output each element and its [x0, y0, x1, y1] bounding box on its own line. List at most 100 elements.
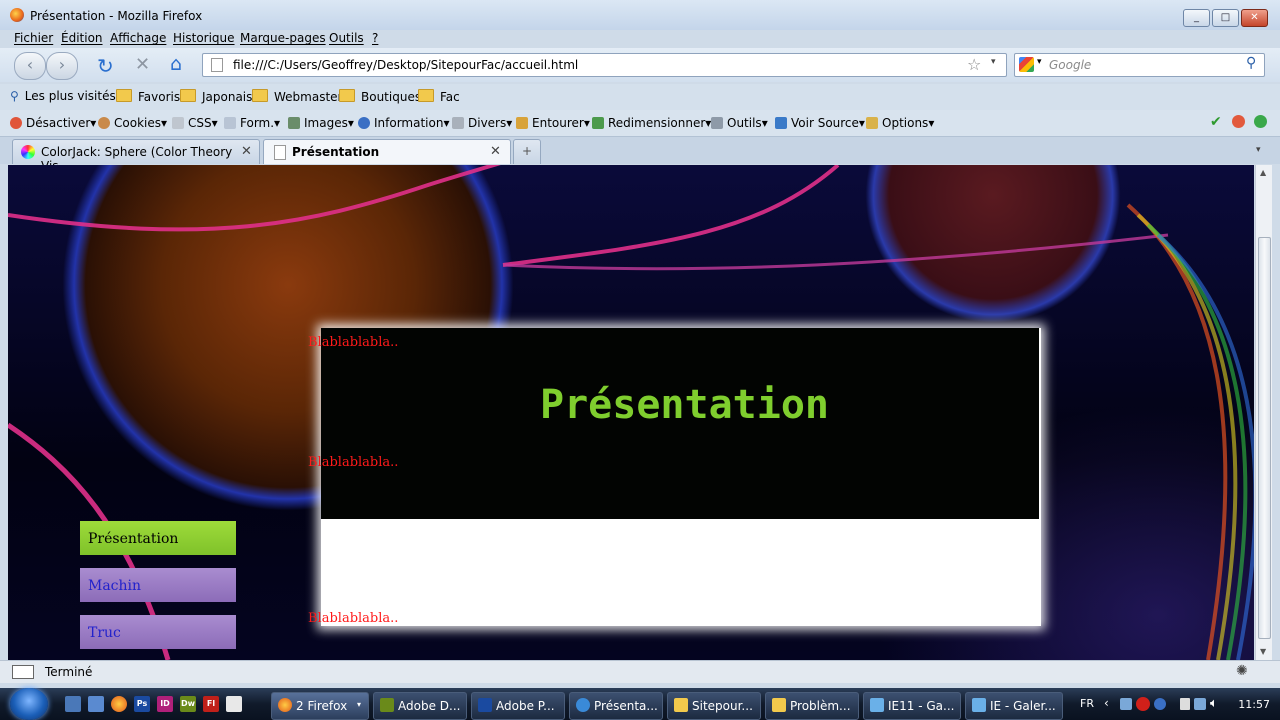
dropdown-icon[interactable]: ▾: [991, 57, 996, 67]
dev-options[interactable]: Options▾: [866, 116, 934, 130]
nav-label: Présentation: [88, 531, 179, 547]
firefox-launch-icon[interactable]: [111, 696, 127, 712]
menu-edition[interactable]: Édition: [61, 31, 103, 45]
tab-list-dropdown-icon[interactable]: ▾: [1256, 145, 1261, 155]
bookmark-webmaster[interactable]: Webmaster: [252, 89, 342, 104]
menu-marque-pages[interactable]: Marque-pages: [240, 31, 326, 45]
flash-launch-icon[interactable]: Fl: [203, 696, 219, 712]
scroll-down-icon[interactable]: ▼: [1260, 647, 1266, 656]
dev-voir-source[interactable]: Voir Source▾: [775, 116, 865, 130]
image-icon: [288, 117, 300, 129]
tab-presentation[interactable]: Présentation ✕: [263, 139, 511, 164]
title-bar: Présentation - Mozilla Firefox _ □ ✕: [0, 0, 1280, 30]
dev-label: Désactiver: [26, 116, 91, 130]
resize-icon: [592, 117, 604, 129]
monitor-icon[interactable]: [1194, 698, 1206, 710]
network-icon[interactable]: [1120, 698, 1132, 710]
taskbar-ie11-galerie[interactable]: IE11 - Ga...: [863, 692, 961, 720]
dev-desactiver[interactable]: Désactiver▾: [10, 116, 96, 130]
tab-close-icon[interactable]: ✕: [241, 144, 252, 159]
dev-label: Cookies: [114, 116, 161, 130]
stop-icon[interactable]: ✕: [135, 54, 150, 75]
battery-icon[interactable]: [1180, 698, 1190, 710]
language-indicator[interactable]: FR: [1080, 697, 1094, 710]
scroll-up-icon[interactable]: ▲: [1260, 168, 1266, 177]
nav-presentation-button[interactable]: Présentation: [80, 521, 236, 555]
search-bar[interactable]: ▾ Google ⚲: [1014, 53, 1265, 77]
nav-truc-button[interactable]: Truc: [80, 615, 236, 649]
engine-dropdown-icon[interactable]: ▾: [1037, 57, 1042, 67]
search-icon[interactable]: ⚲: [1246, 55, 1256, 71]
taskbar-firefox[interactable]: 2 Firefox ▾: [271, 692, 369, 720]
check-icon[interactable]: ✔: [1210, 114, 1222, 130]
indesign-launch-icon[interactable]: ID: [157, 696, 173, 712]
dreamweaver-launch-icon[interactable]: Dw: [180, 696, 196, 712]
bookmark-label: Webmaster: [274, 90, 343, 104]
tab-colorjack[interactable]: ColorJack: Sphere (Color Theory Vis... ✕: [12, 139, 260, 173]
google-icon[interactable]: [1019, 57, 1034, 72]
menu-affichage[interactable]: Affichage: [110, 31, 166, 45]
nav-machin-button[interactable]: Machin: [80, 568, 236, 602]
back-button[interactable]: ‹: [14, 52, 46, 80]
tab-close-icon[interactable]: ✕: [490, 144, 501, 159]
bookmark-fac[interactable]: Fac: [418, 89, 460, 104]
menu-fichier[interactable]: Fichier: [14, 31, 53, 45]
url-bar[interactable]: file:///C:/Users/Geoffrey/Desktop/Sitepo…: [202, 53, 1007, 77]
notification-icon[interactable]: [1154, 698, 1166, 710]
system-tray: FR ‹ 🔈︎ 11:57: [1070, 688, 1280, 720]
maximize-button[interactable]: □: [1212, 9, 1239, 27]
dev-entourer[interactable]: Entourer▾: [516, 116, 590, 130]
dev-outils[interactable]: Outils▾: [711, 116, 768, 130]
clock[interactable]: 11:57: [1238, 698, 1270, 711]
bookmark-favoris[interactable]: Favoris: [116, 89, 180, 104]
taskbar-presentation[interactable]: Présenta...: [569, 692, 663, 720]
acrobat-launch-icon[interactable]: [226, 696, 242, 712]
scrollbar-thumb[interactable]: [1258, 237, 1271, 639]
dev-form[interactable]: Form.▾: [224, 116, 280, 130]
switch-windows-icon[interactable]: [88, 696, 104, 712]
taskbar-label: Problèm...: [790, 699, 851, 713]
dev-label: Outils: [727, 116, 762, 130]
close-button[interactable]: ✕: [1241, 9, 1268, 27]
bug-icon[interactable]: ✺: [1236, 663, 1248, 679]
valid-icon[interactable]: [1254, 115, 1267, 128]
volume-icon[interactable]: 🔈︎: [1210, 696, 1218, 711]
dev-divers[interactable]: Divers▾: [452, 116, 512, 130]
show-desktop-icon[interactable]: [65, 696, 81, 712]
search-input[interactable]: Google: [1049, 58, 1091, 72]
vertical-scrollbar[interactable]: ▲ ▼: [1255, 165, 1272, 660]
taskbar-label: Adobe D...: [398, 699, 461, 713]
bookmark-japonais[interactable]: Japonais: [180, 89, 252, 104]
bookmark-label: Boutiques: [361, 90, 422, 104]
reload-icon[interactable]: ↻: [97, 54, 114, 78]
start-button[interactable]: [10, 688, 48, 720]
taskbar-label: Sitepour...: [692, 699, 753, 713]
error-icon[interactable]: [1232, 115, 1245, 128]
taskbar-problemes[interactable]: Problèm...: [765, 692, 859, 720]
filler-text-1: Blablablabla..: [308, 335, 399, 350]
taskbar-adobe-photoshop[interactable]: Adobe P...: [471, 692, 565, 720]
home-icon[interactable]: ⌂: [170, 53, 182, 75]
bookmark-boutiques[interactable]: Boutiques: [339, 89, 421, 104]
dev-images[interactable]: Images▾: [288, 116, 354, 130]
photoshop-launch-icon[interactable]: Ps: [134, 696, 150, 712]
taskbar-adobe-dreamweaver[interactable]: Adobe D...: [373, 692, 467, 720]
star-icon[interactable]: ☆: [967, 55, 981, 74]
dev-label: CSS: [188, 116, 212, 130]
page-icon: [211, 58, 223, 72]
minimize-button[interactable]: _: [1183, 9, 1210, 27]
menu-outils[interactable]: Outils: [329, 31, 364, 45]
taskbar-ie-galerie[interactable]: IE - Galer...: [965, 692, 1063, 720]
taskbar-sitepourfac[interactable]: Sitepour...: [667, 692, 761, 720]
menu-help[interactable]: ?: [372, 31, 378, 45]
flash-update-icon[interactable]: [1136, 697, 1150, 711]
forward-button[interactable]: ›: [46, 52, 78, 80]
dev-cookies[interactable]: Cookies▾: [98, 116, 167, 130]
dev-information[interactable]: Information▾: [358, 116, 450, 130]
dev-redimensionner[interactable]: Redimensionner▾: [592, 116, 711, 130]
tray-expand-icon[interactable]: ‹: [1104, 696, 1109, 710]
dev-css[interactable]: CSS▾: [172, 116, 218, 130]
menu-historique[interactable]: Historique: [173, 31, 235, 45]
bookmark-most-visited[interactable]: ⚲ Les plus visités: [10, 89, 116, 103]
new-tab-button[interactable]: +: [513, 139, 541, 164]
